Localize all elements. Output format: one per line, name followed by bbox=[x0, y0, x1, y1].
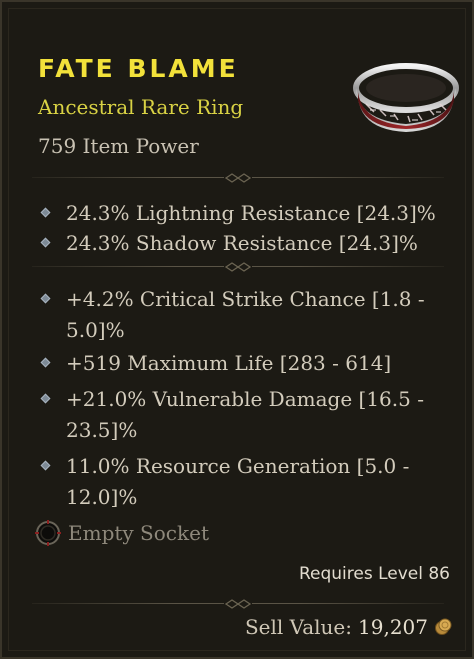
item-name: Fate Blame bbox=[38, 54, 239, 83]
divider bbox=[32, 261, 444, 273]
affix: +4.2% Critical Strike Chance [1.8 - 5.0]… bbox=[40, 284, 448, 346]
affix: 11.0% Resource Generation [5.0 - 12.0]% bbox=[40, 451, 448, 513]
divider bbox=[32, 172, 444, 184]
level-requirement: Requires Level 86 bbox=[298, 564, 450, 584]
affix: +21.0% Vulnerable Damage [16.5 - 23.5]% bbox=[40, 384, 448, 446]
item-type: Ancestral Rare Ring bbox=[38, 95, 244, 119]
item-tooltip: Fate Blame Ancestral Rare Ring 759 Item … bbox=[0, 0, 474, 659]
sell-value: Sell Value: 19,207 bbox=[245, 613, 452, 641]
gold-coin-icon bbox=[435, 618, 452, 635]
divider bbox=[32, 598, 444, 610]
sell-value-label: Sell Value: bbox=[244, 615, 353, 639]
empty-socket-label: Empty Socket bbox=[68, 521, 209, 545]
item-power: 759 Item Power bbox=[38, 134, 199, 158]
sell-value-amount: 19,207 bbox=[358, 615, 428, 639]
implicit-affix: 24.3% Shadow Resistance [24.3]% bbox=[40, 228, 448, 259]
implicit-affix: 24.3% Lightning Resistance [24.3]% bbox=[40, 198, 448, 229]
ring-icon bbox=[353, 63, 459, 132]
empty-socket-icon bbox=[35, 520, 61, 546]
affix: +519 Maximum Life [283 - 614] bbox=[40, 348, 448, 379]
